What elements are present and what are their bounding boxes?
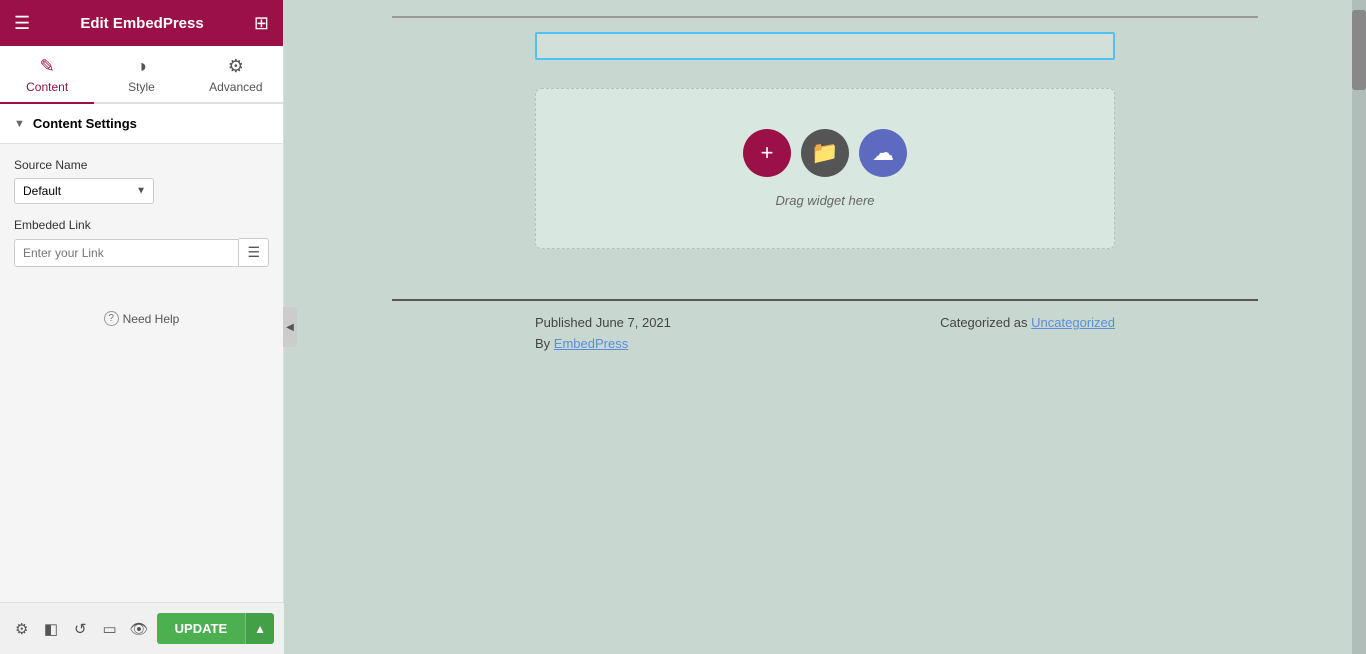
canvas-bottom-divider [392,299,1258,301]
need-help-label: Need Help [123,312,180,326]
tabs-bar: ✎ Content ◑ Style ⚙ Advanced [0,46,283,104]
section-body: Source Name Default ▼ Embeded Link ☰ [0,144,283,295]
uncategorized-link[interactable]: Uncategorized [1031,315,1115,330]
content-settings-section[interactable]: ▼ Content Settings [0,104,283,144]
by-text: By [535,336,550,351]
published-left: Published June 7, 2021 By EmbedPress [535,315,671,351]
folder-widget-button[interactable]: 📁 [801,129,849,177]
settings-button[interactable]: ⚙ [10,613,33,645]
update-arrow-button[interactable]: ▲ [245,613,274,644]
panel-header: ☰ Edit EmbedPress ⊞ [0,0,283,46]
section-chevron-icon: ▼ [14,118,25,130]
right-scrollbar[interactable] [1352,0,1366,654]
embedpress-link[interactable]: EmbedPress [554,336,628,351]
eye-button[interactable]: 👁 [127,613,150,645]
history-button[interactable]: ↺ [69,613,92,645]
canvas: + 📁 ☁ Drag widget here Published June 7,… [284,0,1366,654]
advanced-tab-label: Advanced [209,80,262,94]
published-label: Published June 7, 2021 [535,315,671,330]
left-panel: ☰ Edit EmbedPress ⊞ ✎ Content ◑ Style ⚙ … [0,0,284,654]
source-name-label: Source Name [14,158,269,172]
embed-link-label: Embeded Link [14,218,269,232]
tab-style[interactable]: ◑ Style [94,46,188,104]
selected-element-bar[interactable] [535,32,1115,60]
embed-link-input-row: ☰ [14,238,269,267]
desktop-button[interactable]: ▭ [98,613,121,645]
panel-title: Edit EmbedPress [80,15,203,32]
need-help-section[interactable]: ? Need Help [0,295,283,342]
style-tab-icon: ◑ [136,56,147,77]
tab-advanced[interactable]: ⚙ Advanced [189,46,283,104]
help-icon: ? [104,311,119,326]
embed-link-field: Embeded Link ☰ [14,218,269,267]
embed-link-list-button[interactable]: ☰ [239,238,269,267]
bottom-bar: ⚙ ◧ ↺ ▭ 👁 UPDATE ▲ [0,602,284,654]
scrollbar-thumb[interactable] [1352,10,1366,90]
embed-link-input[interactable] [14,239,239,267]
tab-content[interactable]: ✎ Content [0,46,94,104]
canvas-top-divider [392,16,1258,18]
source-name-select-wrapper: Default ▼ [14,178,154,204]
drag-widget-text: Drag widget here [776,193,875,208]
source-name-select[interactable]: Default [14,178,154,204]
collapse-handle[interactable]: ◀ [283,307,297,347]
content-tab-label: Content [26,80,68,94]
section-title: Content Settings [33,116,137,131]
style-tab-label: Style [128,80,155,94]
widget-buttons: + 📁 ☁ [743,129,907,177]
categorized-label: Categorized as [940,315,1027,330]
cloud-widget-button[interactable]: ☁ [859,129,907,177]
update-btn-wrap: UPDATE ▲ [157,613,274,644]
folder-icon: 📁 [811,140,838,166]
hamburger-icon[interactable]: ☰ [14,13,30,34]
content-tab-icon: ✎ [40,56,55,77]
cloud-icon: ☁ [872,140,894,166]
widget-drop-area[interactable]: + 📁 ☁ Drag widget here [535,88,1115,249]
by-line: By EmbedPress [535,336,671,351]
source-name-field: Source Name Default ▼ [14,158,269,204]
published-right: Categorized as Uncategorized [940,315,1115,351]
update-button[interactable]: UPDATE [157,613,245,644]
categorized-text: Categorized as Uncategorized [940,315,1115,330]
grid-icon[interactable]: ⊞ [254,13,269,34]
advanced-tab-icon: ⚙ [228,56,244,77]
add-widget-button[interactable]: + [743,129,791,177]
published-section: Published June 7, 2021 By EmbedPress Cat… [535,315,1115,351]
panel-content: ▼ Content Settings Source Name Default ▼… [0,104,283,654]
layers-button[interactable]: ◧ [39,613,62,645]
collapse-arrow-icon: ◀ [286,322,294,333]
